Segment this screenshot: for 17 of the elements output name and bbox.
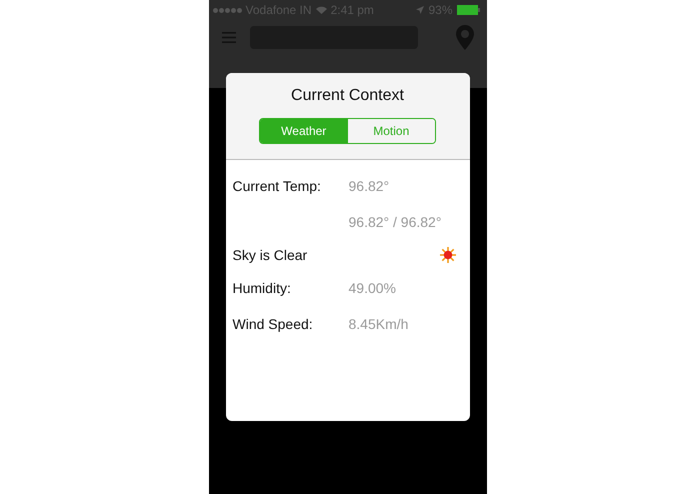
field-label: Current Temp: [232,178,322,194]
menu-icon[interactable] [222,32,236,42]
sun-icon [440,247,456,263]
dialog-title: Current Context [291,87,404,105]
segment-tab[interactable]: Weather [260,119,348,143]
field-value: 49.00% [348,280,396,296]
field-value: 96.82° [348,178,390,194]
map-pin-icon[interactable] [456,24,474,50]
condition-label: Sky is Clear [232,247,308,263]
field-value: 96.82° / 96.82° [348,214,442,230]
battery-icon [456,5,480,15]
field-value: 8.45Km/h [348,316,408,332]
field-label: Humidity: [232,280,292,296]
wifi-icon [316,6,327,14]
location-arrow-icon [416,6,424,14]
field-label: Wind Speed: [232,316,314,332]
signal-icon [212,8,242,12]
